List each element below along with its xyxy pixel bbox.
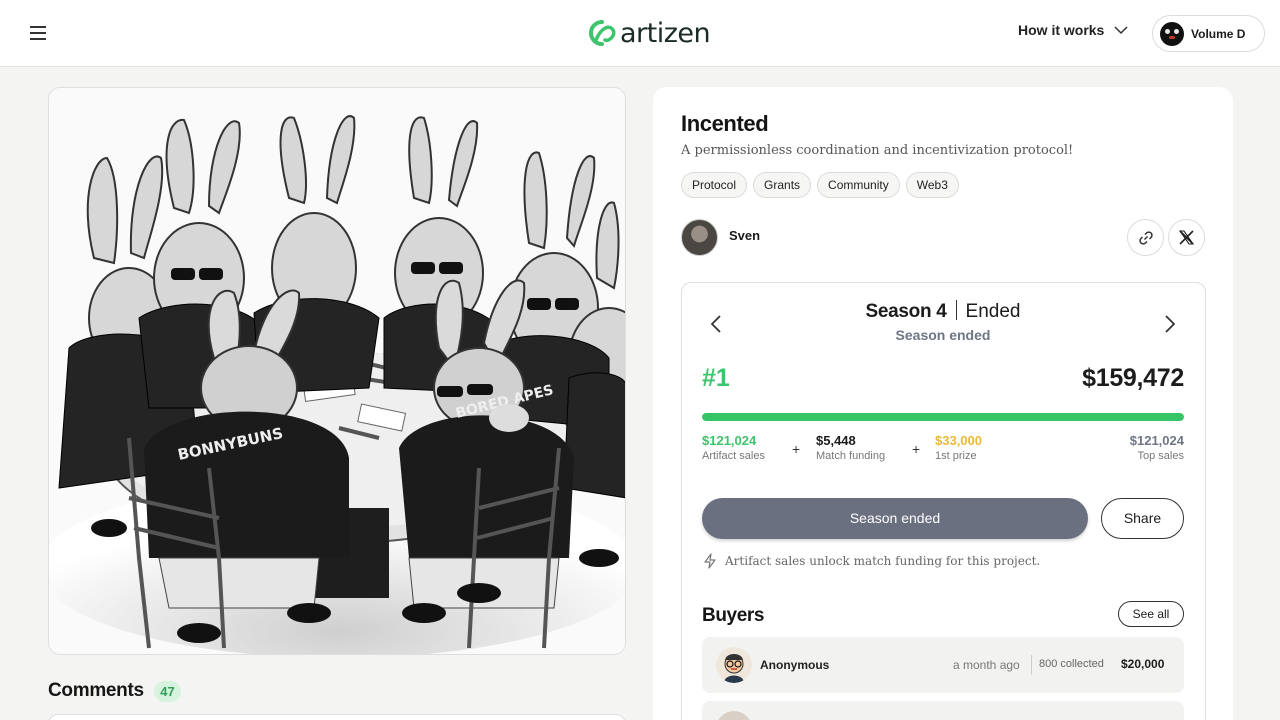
tag-protocol[interactable]: Protocol xyxy=(681,172,748,198)
stat-first-prize: $33,000 1st prize xyxy=(935,433,982,462)
lightning-icon xyxy=(704,553,716,569)
plus-sign: + xyxy=(912,441,921,457)
funding-progress-fill xyxy=(702,413,1184,421)
total-raised: $159,472 xyxy=(1082,364,1184,392)
share-button[interactable]: Share xyxy=(1101,498,1184,539)
match-funding-note-text: Artifact sales unlock match funding for … xyxy=(725,554,1041,568)
creator-avatar[interactable] xyxy=(681,219,718,256)
tag-community[interactable]: Community xyxy=(817,172,900,198)
buyer-avatar-icon xyxy=(724,654,744,683)
comments-count-badge: 47 xyxy=(154,681,181,702)
buyer-divider xyxy=(1031,655,1032,675)
stat-top-sales: $121,024 Top sales xyxy=(1130,433,1184,462)
how-it-works-menu[interactable]: How it works xyxy=(1018,22,1128,38)
user-avatar xyxy=(1160,21,1184,46)
comments-container xyxy=(48,714,626,720)
stat-label: Artifact sales xyxy=(702,450,765,462)
comments-heading: Comments xyxy=(48,680,144,701)
link-icon xyxy=(1138,230,1153,245)
artwork-image: BONNYBUNS BORED APES xyxy=(49,88,625,654)
buyers-heading: Buyers xyxy=(702,605,765,626)
stat-value: $33,000 xyxy=(935,433,982,448)
plus-sign: + xyxy=(792,441,801,457)
artizen-logo[interactable]: artizen xyxy=(585,16,711,50)
user-account-button[interactable]: Volume D xyxy=(1152,15,1265,52)
chevron-down-icon xyxy=(1114,25,1128,34)
buyer-avatar xyxy=(716,647,752,683)
tag-web3[interactable]: Web3 xyxy=(905,172,959,198)
stat-match-funding: $5,448 Match funding xyxy=(816,433,885,462)
creator-name[interactable]: Sven xyxy=(729,228,760,243)
match-funding-note: Artifact sales unlock match funding for … xyxy=(703,553,1040,569)
logo-text: artizen xyxy=(620,17,711,49)
buyer-name: Anonymous xyxy=(760,658,830,672)
buyer-row[interactable]: Anonymous a month ago 800 collected $20,… xyxy=(702,637,1184,693)
buyer-avatar xyxy=(716,711,752,720)
stat-value: $121,024 xyxy=(1129,433,1184,448)
season-ended-button[interactable]: Season ended xyxy=(702,498,1088,539)
season-separator xyxy=(955,300,957,320)
project-rank: #1 xyxy=(702,364,730,392)
top-bar: artizen How it works Volume D xyxy=(0,0,1280,67)
buyer-row[interactable] xyxy=(702,701,1184,720)
user-name: Volume D xyxy=(1191,26,1246,41)
project-title: Incented xyxy=(681,111,769,136)
logo-mark-icon xyxy=(589,20,616,46)
season-state: Ended xyxy=(965,301,1021,322)
hamburger-menu-icon[interactable] xyxy=(26,22,50,44)
stat-label: 1st prize xyxy=(935,450,977,462)
stat-artifact-sales: $121,024 Artifact sales xyxy=(702,433,765,462)
buyer-collected-count: 800 collected xyxy=(1039,658,1104,670)
share-on-x-button[interactable] xyxy=(1168,219,1205,256)
project-artwork[interactable]: BONNYBUNS BORED APES xyxy=(48,87,626,655)
project-tags: Protocol Grants Community Web3 xyxy=(681,172,959,198)
stat-value: $121,024 xyxy=(702,433,757,448)
buyer-time: a month ago xyxy=(953,658,1020,672)
stat-value: $5,448 xyxy=(816,433,856,448)
season-heading: Season 4 Ended xyxy=(703,300,1183,323)
x-logo-icon xyxy=(1178,230,1195,245)
tag-grants[interactable]: Grants xyxy=(753,172,812,198)
copy-link-button[interactable] xyxy=(1127,219,1164,256)
see-all-buyers-button[interactable]: See all xyxy=(1118,601,1184,627)
stat-label: Top sales xyxy=(1137,450,1184,462)
how-it-works-label: How it works xyxy=(1018,22,1105,38)
buyer-amount: $20,000 xyxy=(1121,657,1165,671)
season-name: Season 4 xyxy=(865,301,947,322)
stat-label: Match funding xyxy=(816,450,886,462)
funding-progress-bar xyxy=(702,413,1184,421)
project-description: A permissionless coordination and incent… xyxy=(681,143,1074,158)
season-status: Season ended xyxy=(895,327,991,343)
